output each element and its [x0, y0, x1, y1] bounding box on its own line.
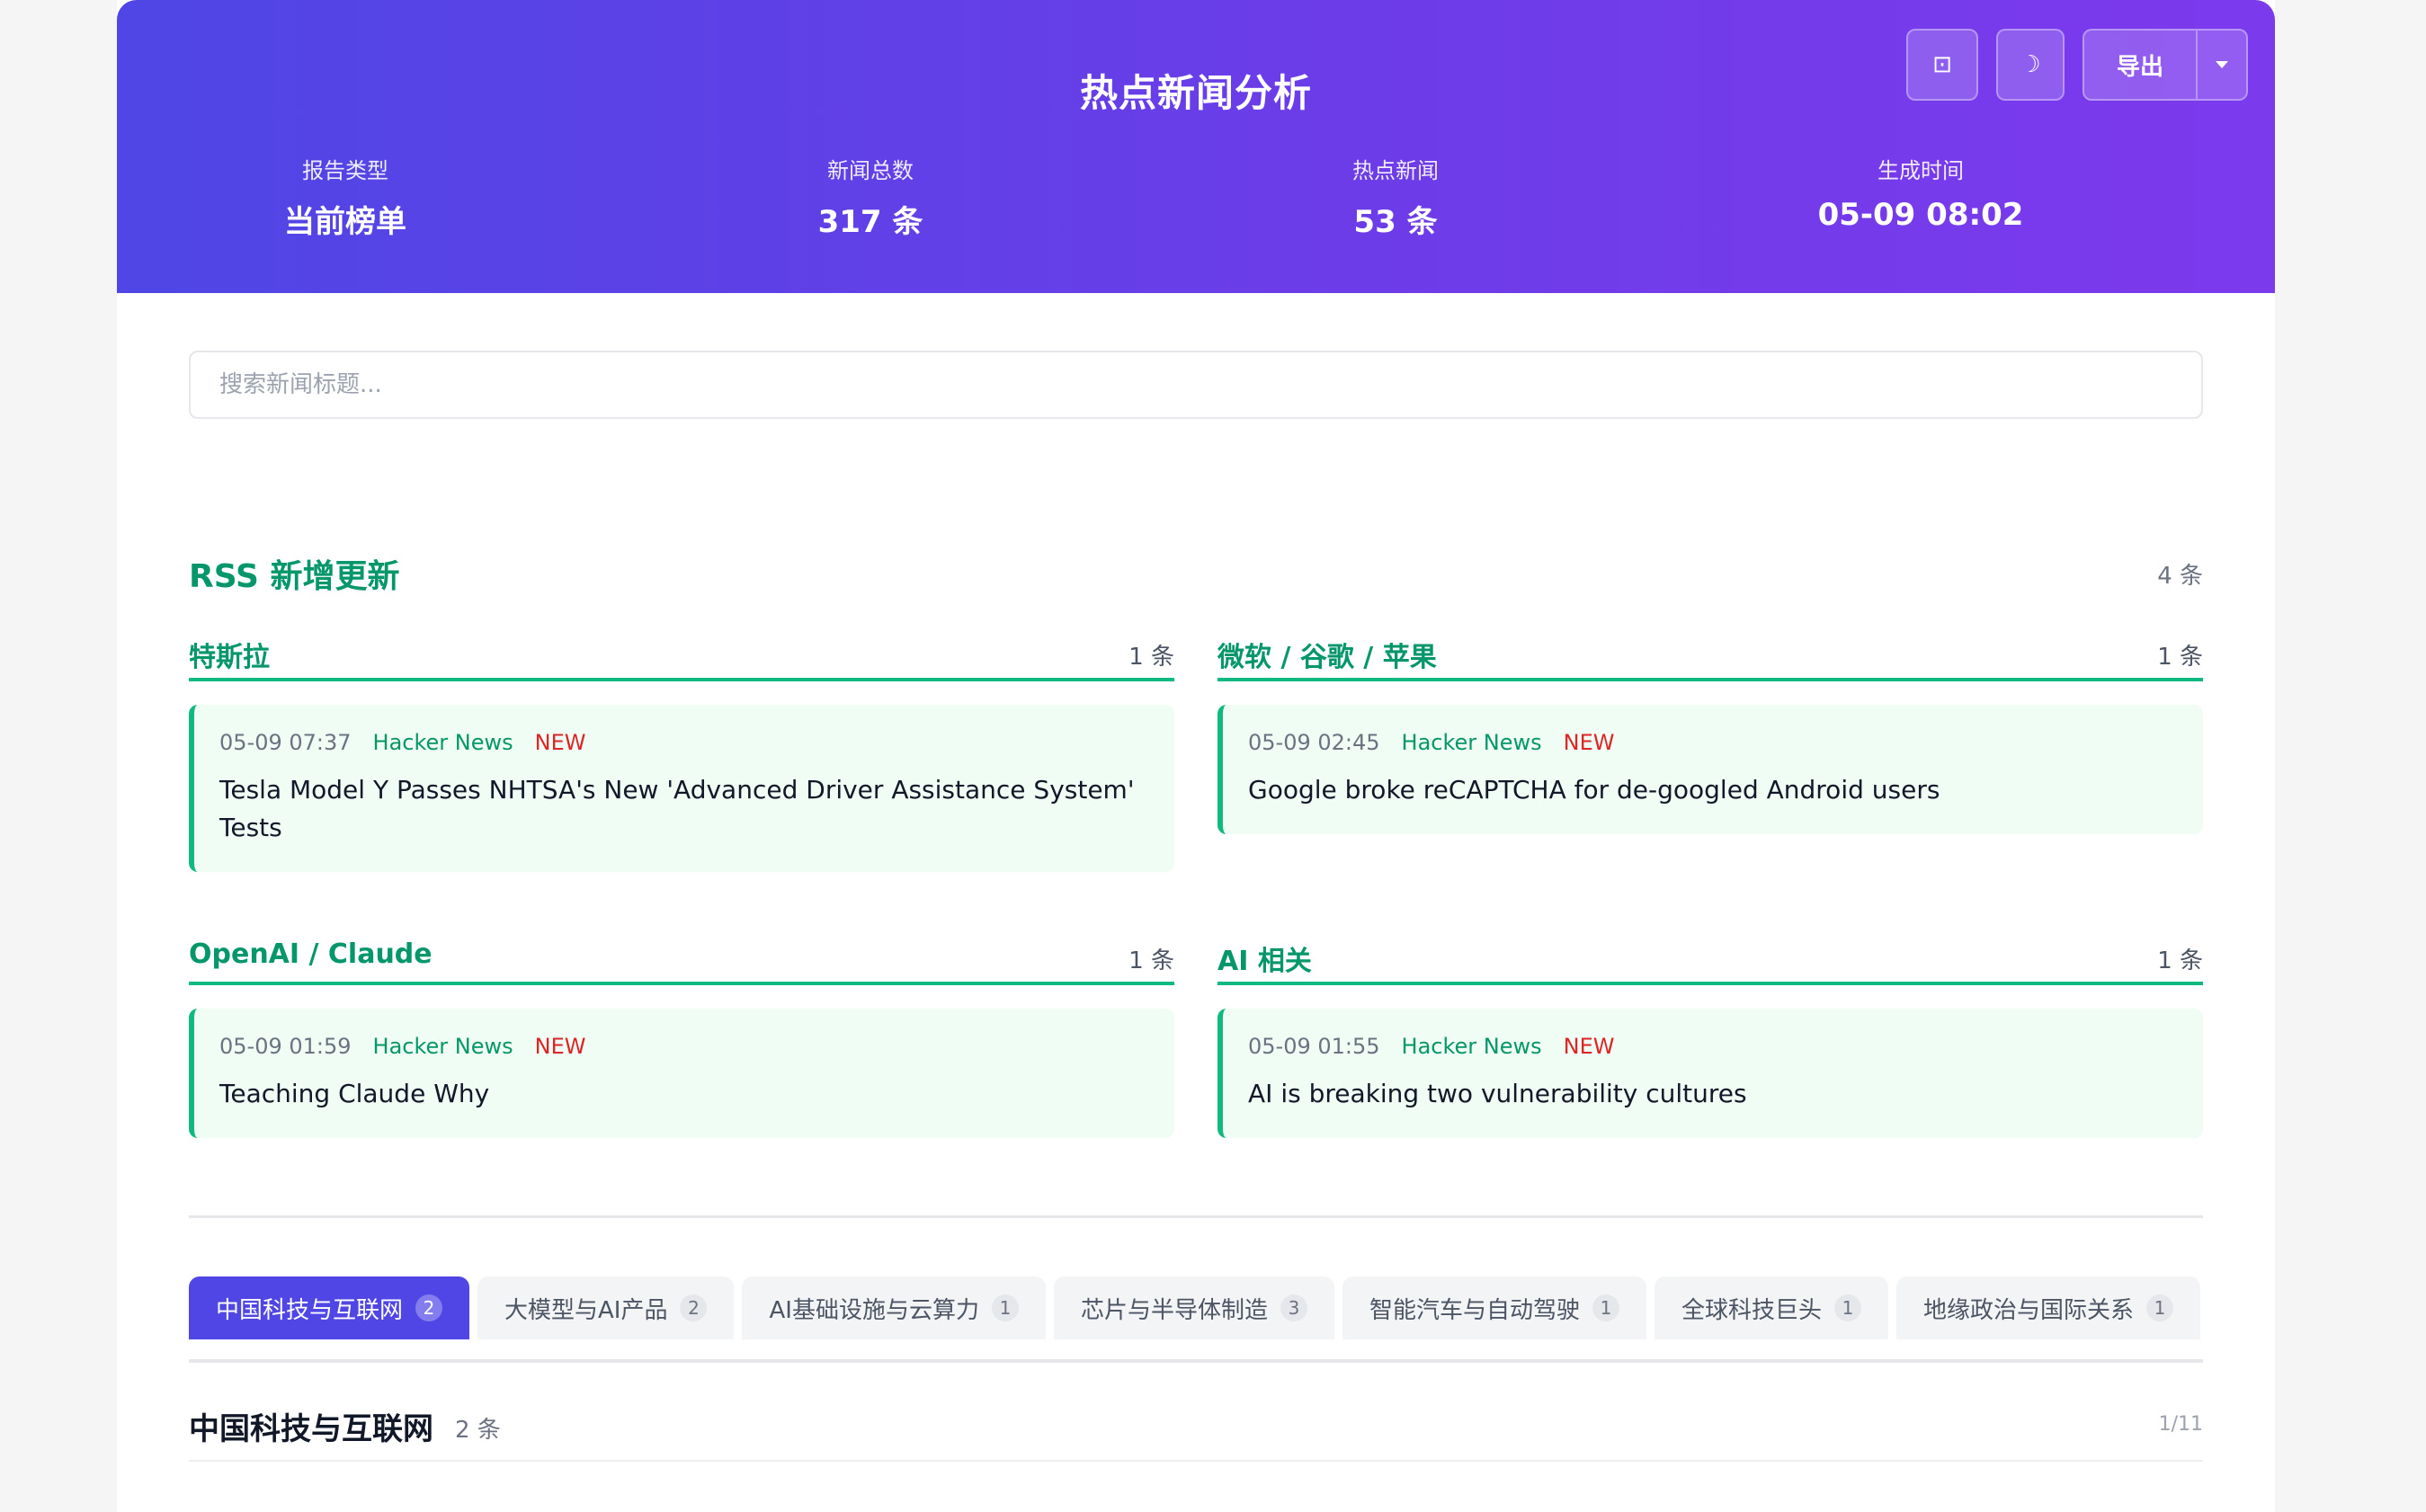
- group-count: 1 条: [2157, 644, 2203, 671]
- tab-label: 全球科技巨头: [1681, 1296, 1822, 1324]
- news-meta: 05-09 01:59 Hacker News NEW: [219, 1034, 1147, 1059]
- news-card[interactable]: 05-09 02:45 Hacker News NEW Google broke…: [1217, 705, 2203, 834]
- search-input[interactable]: [189, 351, 2203, 419]
- rss-group-ai: AI 相关 1 条 05-09 01:55 Hacker News NEW AI…: [1217, 931, 2203, 1138]
- stat-label: 热点新闻: [1352, 158, 1439, 183]
- new-badge: NEW: [534, 1034, 586, 1059]
- stat-label: 报告类型: [302, 158, 388, 183]
- stat-report-type: 报告类型 当前榜单: [165, 153, 525, 241]
- news-source: Hacker News: [1401, 730, 1542, 755]
- group-count: 1 条: [2157, 947, 2203, 974]
- stat-value: 53 条: [1353, 204, 1438, 240]
- news-source: Hacker News: [1401, 1034, 1542, 1059]
- tab-label: 地缘政治与国际关系: [1923, 1296, 2135, 1324]
- stats-bar: 报告类型 当前榜单 新闻总数 317 条 热点新闻 53 条 生成时间 05-0…: [117, 153, 2275, 243]
- stat-label: 生成时间: [1877, 158, 1964, 183]
- news-time: 05-09 01:55: [1248, 1034, 1380, 1059]
- tab-label: 大模型与AI产品: [504, 1296, 668, 1324]
- tab-chips-semiconductor[interactable]: 芯片与半导体制造 3: [1053, 1276, 1334, 1339]
- group-header: AI 相关 1 条: [1217, 931, 2203, 985]
- section-underline: [189, 1460, 2203, 1462]
- group-name: 特斯拉: [189, 642, 270, 673]
- export-button[interactable]: 导出: [2084, 31, 2198, 99]
- news-title-link[interactable]: Tesla Model Y Passes NHTSA's New 'Advanc…: [219, 771, 1147, 847]
- news-time: 05-09 07:37: [219, 730, 352, 755]
- tabs-underline: [189, 1359, 2203, 1363]
- tab-smart-cars[interactable]: 智能汽车与自动驾驶 1: [1342, 1276, 1646, 1339]
- tab-label: 中国科技与互联网: [216, 1296, 404, 1324]
- tab-count-badge: 2: [680, 1294, 708, 1321]
- news-meta: 05-09 07:37 Hacker News NEW: [219, 730, 1147, 755]
- stat-label: 新闻总数: [827, 158, 914, 183]
- tab-ai-infra-cloud[interactable]: AI基础设施与云算力 1: [742, 1276, 1046, 1339]
- news-source: Hacker News: [372, 1034, 513, 1059]
- new-badge: NEW: [534, 730, 586, 755]
- report-page: 热点新闻分析 ⊡ ☽ 导出 报告类型 当前榜单 新闻总数 317 条 热点新闻: [117, 0, 2275, 1512]
- fullscreen-icon: ⊡: [1932, 51, 1952, 78]
- moon-icon: ☽: [2020, 51, 2041, 78]
- category-page-indicator: 1/11: [2158, 1413, 2203, 1436]
- tab-count-badge: 1: [2146, 1294, 2174, 1321]
- news-time: 05-09 02:45: [1248, 730, 1380, 755]
- stat-generated-time: 生成时间 05-09 08:02: [1741, 153, 2100, 233]
- rss-group-tesla: 特斯拉 1 条 05-09 07:37 Hacker News NEW Tesl…: [189, 627, 1174, 872]
- news-title-link[interactable]: Google broke reCAPTCHA for de-googled An…: [1248, 771, 2176, 809]
- group-header: OpenAI / Claude 1 条: [189, 931, 1174, 985]
- group-name: 微软 / 谷歌 / 苹果: [1217, 642, 1437, 673]
- tab-count-badge: 1: [1592, 1294, 1619, 1321]
- stat-hot-news: 热点新闻 53 条: [1216, 153, 1575, 241]
- export-button-group: 导出: [2083, 29, 2248, 101]
- group-header: 特斯拉 1 条: [189, 627, 1174, 681]
- new-badge: NEW: [1563, 1034, 1615, 1059]
- group-name: OpenAI / Claude: [189, 938, 433, 970]
- group-header: 微软 / 谷歌 / 苹果 1 条: [1217, 627, 2203, 681]
- rss-section-title: RSS 新增更新: [189, 558, 400, 595]
- tab-count-badge: 1: [991, 1294, 1019, 1321]
- news-card[interactable]: 05-09 07:37 Hacker News NEW Tesla Model …: [189, 705, 1174, 872]
- tab-count-badge: 1: [1834, 1294, 1861, 1321]
- rss-group-big-tech: 微软 / 谷歌 / 苹果 1 条 05-09 02:45 Hacker News…: [1217, 627, 2203, 834]
- group-name: AI 相关: [1217, 946, 1312, 977]
- news-card[interactable]: 05-09 01:55 Hacker News NEW AI is breaki…: [1217, 1009, 2203, 1138]
- stat-total-news: 新闻总数 317 条: [691, 153, 1050, 241]
- fullscreen-button[interactable]: ⊡: [1906, 29, 1978, 101]
- stat-value: 317 条: [817, 204, 923, 240]
- tab-count-badge: 2: [415, 1294, 443, 1321]
- rss-group-openai-claude: OpenAI / Claude 1 条 05-09 01:59 Hacker N…: [189, 931, 1174, 1138]
- tab-geopolitics[interactable]: 地缘政治与国际关系 1: [1896, 1276, 2201, 1339]
- dark-mode-button[interactable]: ☽: [1996, 29, 2065, 101]
- news-source: Hacker News: [372, 730, 513, 755]
- tab-label: 智能汽车与自动驾驶: [1369, 1296, 1580, 1324]
- category-tabs: 中国科技与互联网 2 大模型与AI产品 2 AI基础设施与云算力 1 芯片与半导…: [189, 1276, 2203, 1339]
- stat-value: 当前榜单: [284, 204, 406, 240]
- tab-label: 芯片与半导体制造: [1080, 1296, 1268, 1324]
- news-meta: 05-09 01:55 Hacker News NEW: [1248, 1034, 2176, 1059]
- tab-label: AI基础设施与云算力: [769, 1296, 979, 1324]
- group-count: 1 条: [1128, 644, 1174, 671]
- tab-llm-ai-products[interactable]: 大模型与AI产品 2: [477, 1276, 735, 1339]
- new-badge: NEW: [1563, 730, 1615, 755]
- news-meta: 05-09 02:45 Hacker News NEW: [1248, 730, 2176, 755]
- category-section-count: 2 条: [455, 1417, 501, 1444]
- tab-china-tech[interactable]: 中国科技与互联网 2: [189, 1276, 470, 1339]
- news-card[interactable]: 05-09 01:59 Hacker News NEW Teaching Cla…: [189, 1009, 1174, 1138]
- news-title-link[interactable]: AI is breaking two vulnerability culture…: [1248, 1075, 2176, 1113]
- section-divider: [189, 1215, 2203, 1218]
- tab-global-tech-giants[interactable]: 全球科技巨头 1: [1654, 1276, 1888, 1339]
- category-section-title: 中国科技与互联网: [189, 1411, 433, 1447]
- tab-count-badge: 3: [1280, 1294, 1307, 1321]
- report-header: 热点新闻分析 ⊡ ☽ 导出 报告类型 当前榜单 新闻总数 317 条 热点新闻: [117, 0, 2275, 293]
- chevron-down-icon: [2216, 61, 2228, 68]
- news-title-link[interactable]: Teaching Claude Why: [219, 1075, 1147, 1113]
- stat-value: 05-09 08:02: [1817, 197, 2024, 233]
- group-count: 1 条: [1128, 947, 1174, 974]
- news-time: 05-09 01:59: [219, 1034, 352, 1059]
- rss-section-count: 4 条: [2157, 563, 2203, 590]
- export-dropdown-toggle[interactable]: [2198, 31, 2246, 99]
